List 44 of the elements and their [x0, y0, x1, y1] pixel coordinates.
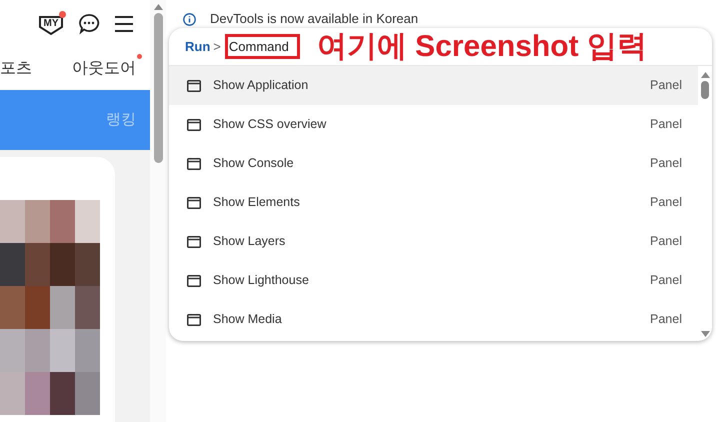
scroll-thumb[interactable] [154, 13, 162, 163]
command-item[interactable]: Show Elements Panel [169, 183, 698, 222]
command-item[interactable]: Show Media Panel [169, 300, 698, 339]
command-label: Show Console [213, 155, 294, 172]
scroll-up-icon[interactable] [700, 72, 710, 78]
command-category: Panel [650, 272, 682, 290]
command-item[interactable]: Show CSS overview Panel [169, 105, 698, 144]
window-icon [187, 118, 201, 130]
command-category: Panel [650, 311, 682, 328]
command-label: Show Media [213, 311, 282, 328]
command-item[interactable]: Show Lighthouse Panel [169, 261, 698, 300]
command-category: Panel [650, 194, 682, 212]
info-icon [183, 12, 196, 26]
command-label: Show CSS overview [213, 116, 326, 134]
scroll-thumb[interactable] [701, 81, 709, 99]
scroll-down-icon[interactable] [700, 331, 710, 337]
prompt-symbol: > [213, 38, 221, 56]
window-icon [187, 158, 201, 170]
command-label: Show Application [213, 77, 308, 94]
command-category: Panel [650, 155, 682, 172]
command-category: Panel [650, 116, 682, 134]
window-icon [187, 314, 201, 326]
category-tab[interactable]: 아웃도어 [72, 57, 136, 81]
chat-icon[interactable] [78, 13, 100, 35]
command-label: Show Lighthouse [213, 272, 309, 290]
category-tab[interactable]: 포츠 [0, 57, 32, 81]
command-category: Panel [650, 233, 682, 250]
window-icon [187, 80, 201, 92]
page-scrollbar[interactable] [150, 0, 166, 422]
command-input[interactable]: Command [224, 34, 300, 59]
command-item[interactable]: Show Console Panel [169, 144, 698, 183]
command-item[interactable]: Show Layers Panel [169, 222, 698, 261]
notice-text: DevTools is now available in Korean [210, 10, 418, 28]
window-icon [187, 236, 201, 248]
menu-icon[interactable] [114, 15, 134, 33]
annotation-text: 여기에 Screenshot 입력 [316, 30, 647, 64]
scroll-up-icon[interactable] [154, 4, 162, 10]
command-label: Show Layers [213, 233, 286, 250]
window-icon [187, 196, 201, 208]
run-label: Run [185, 38, 210, 56]
window-icon [187, 274, 201, 286]
command-category: Panel [650, 77, 682, 94]
command-label: Show Elements [213, 194, 300, 212]
command-item[interactable]: Show Application Panel [169, 66, 698, 105]
